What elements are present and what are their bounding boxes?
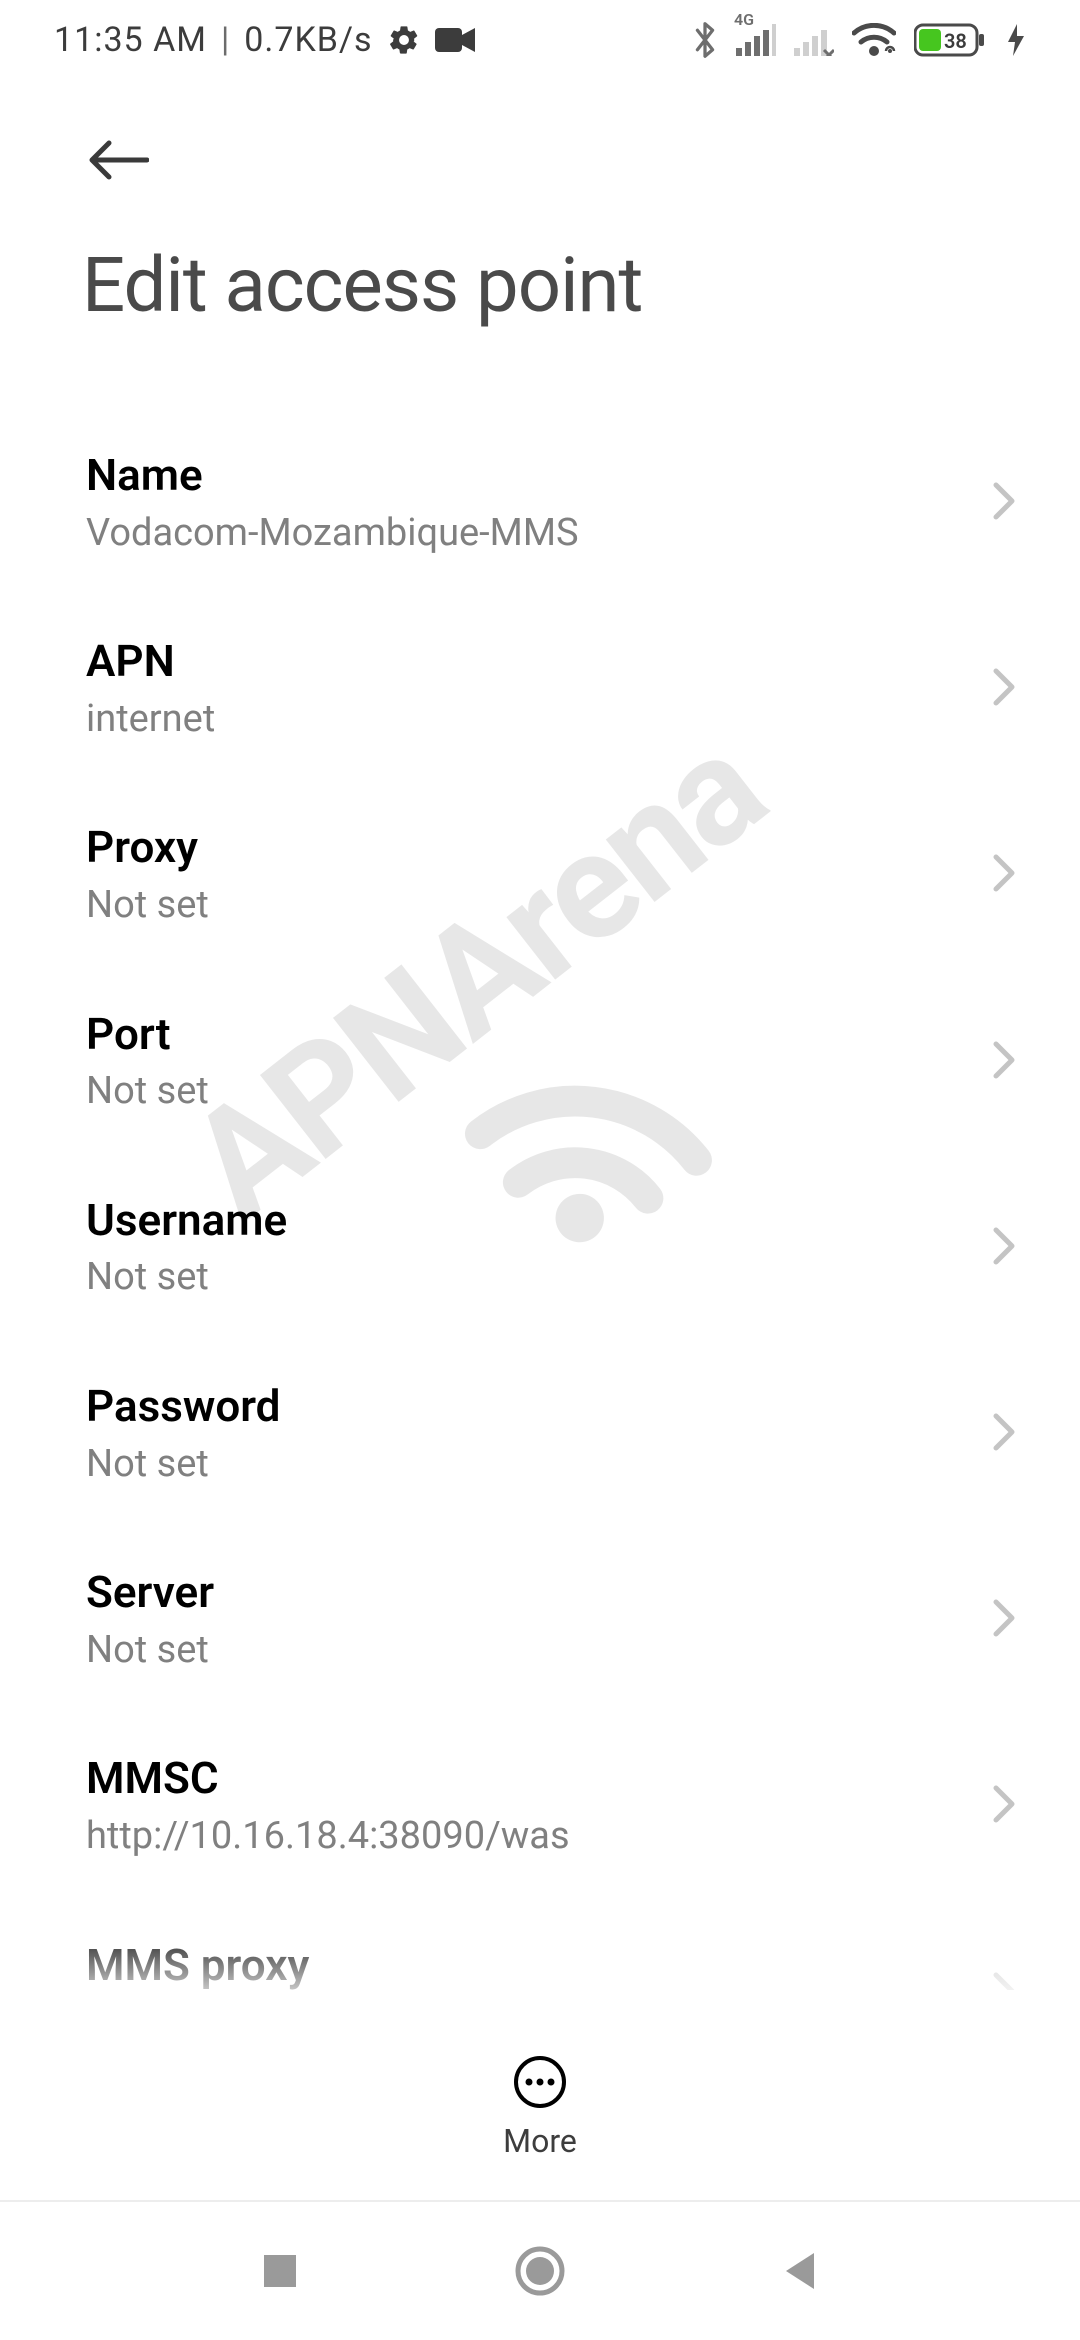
setting-row-server[interactable]: Server Not set: [86, 1527, 994, 1713]
setting-label: APN: [86, 636, 994, 687]
setting-row-username[interactable]: Username Not set: [86, 1155, 994, 1341]
setting-row-password[interactable]: Password Not set: [86, 1341, 994, 1527]
arrow-left-icon: [87, 139, 149, 181]
setting-value: Not set: [86, 1255, 994, 1301]
nav-back-button[interactable]: [765, 2236, 835, 2306]
status-separator: |: [221, 20, 230, 60]
triangle-left-icon: [780, 2249, 820, 2293]
status-bar: 11:35 AM | 0.7KB/s 4G 38: [0, 0, 1080, 80]
chevron-right-icon: [990, 1410, 1018, 1458]
more-icon: [512, 2054, 568, 2110]
setting-label: Port: [86, 1009, 994, 1060]
setting-row-mms_proxy[interactable]: MMS proxy10.16.18.77: [86, 1900, 994, 1991]
setting-row-mmsc[interactable]: MMSC http://10.16.18.4:38090/was: [86, 1713, 994, 1899]
page-title: Edit access point: [82, 240, 642, 330]
setting-value: Not set: [86, 1069, 994, 1115]
signal-4g-icon: 4G: [736, 24, 776, 56]
chevron-right-icon: [990, 1224, 1018, 1272]
setting-label: Server: [86, 1567, 994, 1618]
setting-value: Not set: [86, 1628, 994, 1674]
wifi-icon: [852, 23, 896, 57]
gear-icon: [387, 23, 421, 57]
status-time: 11:35 AM: [54, 20, 207, 60]
nav-home-button[interactable]: [505, 2236, 575, 2306]
more-button[interactable]: More: [0, 2054, 1080, 2160]
settings-list: Name Vodacom-Mozambique-MMS APN internet Pro…: [0, 410, 1080, 1990]
battery-pct: 38: [944, 29, 967, 53]
status-left: 11:35 AM | 0.7KB/s: [54, 20, 475, 60]
setting-label: Name: [86, 450, 994, 501]
setting-label: Password: [86, 1381, 994, 1432]
setting-label: MMS proxy: [86, 1940, 994, 1991]
setting-label: Proxy: [86, 822, 994, 873]
square-icon: [260, 2251, 300, 2291]
camera-icon: [435, 26, 475, 54]
chevron-right-icon: [990, 851, 1018, 899]
chevron-right-icon: [990, 1596, 1018, 1644]
setting-value: Vodacom-Mozambique-MMS: [86, 511, 994, 557]
setting-label: MMSC: [86, 1753, 994, 1804]
setting-value: Not set: [86, 1442, 994, 1488]
setting-label: Username: [86, 1195, 994, 1246]
setting-value: http://10.16.18.4:38090/was: [86, 1814, 994, 1860]
chevron-right-icon: [990, 1969, 1018, 1990]
status-right: 4G 38: [692, 20, 1026, 60]
setting-row-port[interactable]: Port Not set: [86, 969, 994, 1155]
back-button[interactable]: [78, 120, 158, 200]
bluetooth-icon: [692, 20, 718, 60]
battery-icon: 38: [914, 22, 988, 58]
chevron-right-icon: [990, 1038, 1018, 1086]
setting-row-apn[interactable]: APN internet: [86, 596, 994, 782]
nav-recent-button[interactable]: [245, 2236, 315, 2306]
chevron-right-icon: [990, 665, 1018, 713]
circle-icon: [514, 2245, 566, 2297]
signal-nosim-icon: [794, 24, 834, 56]
setting-value: internet: [86, 697, 994, 743]
charging-icon: [1006, 22, 1026, 58]
setting-row-proxy[interactable]: Proxy Not set: [86, 782, 994, 968]
chevron-right-icon: [990, 479, 1018, 527]
more-label: More: [503, 2122, 577, 2160]
chevron-right-icon: [990, 1782, 1018, 1830]
navigation-bar: [0, 2200, 1080, 2340]
status-speed: 0.7KB/s: [244, 20, 372, 60]
setting-value: Not set: [86, 883, 994, 929]
setting-row-name[interactable]: Name Vodacom-Mozambique-MMS: [86, 410, 994, 596]
